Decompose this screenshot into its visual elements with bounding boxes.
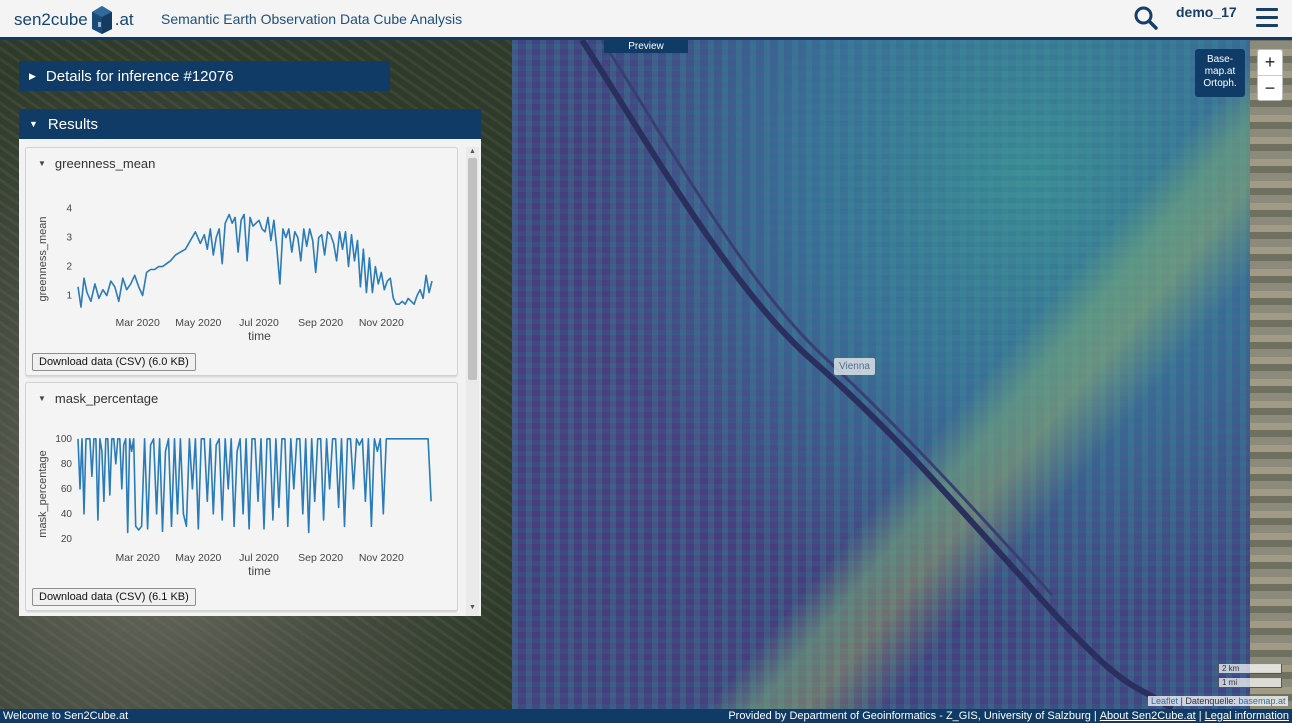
about-link[interactable]: About Sen2Cube.at: [1100, 710, 1196, 722]
x-tick-label: Sep 2020: [298, 552, 343, 564]
download-csv-button[interactable]: Download data (CSV) (6.1 KB): [32, 588, 196, 606]
result-card-mask: ▼ mask_percentage 20 40 60 80 100 Mar 2020 May …: [25, 382, 458, 611]
leaflet-link[interactable]: Leaflet: [1151, 696, 1178, 706]
logo-text-left: sen2cube: [14, 10, 88, 29]
details-panel-header[interactable]: ▶ Details for inference #12076: [19, 61, 390, 91]
y-tick-label: 40: [61, 509, 73, 520]
x-tick-label: Nov 2020: [359, 317, 404, 329]
y-tick-label: 2: [66, 262, 72, 273]
x-tick-label: Sep 2020: [298, 317, 343, 329]
hamburger-menu-icon[interactable]: [1256, 8, 1278, 28]
y-tick-label: 60: [61, 484, 73, 495]
y-tick-label: 1: [66, 291, 72, 302]
preview-tab[interactable]: Preview: [604, 40, 688, 53]
result-card-greenness: ▼ greenness_mean 1 2 3 4 Mar 2020 May 2020 Jul …: [25, 147, 458, 376]
y-axis-label: mask_percentage: [37, 450, 49, 537]
y-tick-label: 100: [55, 434, 72, 445]
logo[interactable]: sen2cube .at: [14, 3, 134, 37]
results-scrollbar[interactable]: ▲ ▼: [466, 147, 479, 616]
y-tick-label: 4: [66, 204, 72, 215]
basemap-label-line1: Base-: [1206, 54, 1234, 65]
inference-result-overlay: [512, 40, 1250, 709]
footer-provided-by: Provided by Department of Geoinformatics…: [728, 710, 1091, 722]
basemap-link[interactable]: basemap.at: [1238, 696, 1285, 706]
zoom-control: + −: [1257, 49, 1283, 101]
results-panel: ▼ Results ▼ greenness_mean 1 2 3 4 Mar 2020 May…: [19, 109, 481, 616]
results-scroll-area[interactable]: ▼ greenness_mean 1 2 3 4 Mar 2020 May 2020 Jul …: [25, 147, 458, 613]
app-title: Semantic Earth Observation Data Cube Ana…: [161, 11, 463, 27]
footer-welcome: Welcome to Sen2Cube.at: [3, 710, 129, 722]
orthophoto-basemap-edge: [1250, 40, 1292, 709]
scale-bar-mi: 1 mi: [1218, 678, 1282, 688]
city-label-vienna: Vienna: [834, 358, 875, 375]
x-tick-label: Jul 2020: [239, 317, 279, 329]
map-attribution: Leaflet | Datenquelle: basemap.at: [1148, 696, 1289, 706]
caret-right-icon: ▶: [29, 71, 36, 81]
basemap-label-line2: map.at: [1204, 66, 1236, 77]
zoom-in-button[interactable]: +: [1258, 50, 1282, 75]
scroll-down-arrow-icon[interactable]: ▼: [469, 604, 476, 611]
legal-link[interactable]: Legal information: [1205, 710, 1289, 722]
footer-links: Provided by Department of Geoinformatics…: [728, 709, 1289, 723]
scroll-up-arrow-icon[interactable]: ▲: [469, 148, 476, 155]
details-title: Details for inference #12076: [45, 68, 234, 85]
map-view[interactable]: Preview Base- map.at Ortoph. + − Vienna …: [0, 40, 1292, 709]
x-tick-label: May 2020: [175, 317, 221, 329]
cube-logo-icon: [91, 6, 112, 34]
mask-chart: 20 40 60 80 100 Mar 2020 May 2020 Jul 2020 Sep 2…: [37, 434, 432, 578]
scale-bar-km: 2 km: [1218, 664, 1282, 674]
x-tick-label: Jul 2020: [239, 552, 279, 564]
series-line: [77, 213, 433, 308]
user-name[interactable]: demo_17: [1176, 4, 1237, 20]
x-axis-label: time: [248, 564, 271, 578]
zoom-out-button[interactable]: −: [1258, 75, 1282, 100]
series-line: [77, 437, 432, 534]
results-panel-header[interactable]: ▼ Results: [19, 109, 481, 139]
y-tick-label: 20: [61, 534, 73, 545]
greenness-chart: 1 2 3 4 Mar 2020 May 2020 Jul 2020 Sep 2020 Nov …: [37, 204, 433, 343]
x-tick-label: Mar 2020: [115, 317, 160, 329]
search-icon[interactable]: [1133, 5, 1159, 31]
footer-divider: |: [1093, 710, 1097, 722]
basemap-switch-button[interactable]: Base- map.at Ortoph.: [1195, 49, 1245, 97]
basemap-label-line3: Ortoph.: [1203, 78, 1237, 89]
x-tick-label: May 2020: [175, 552, 221, 564]
app-header: sen2cube .at Semantic Earth Observation …: [0, 0, 1292, 40]
y-tick-label: 3: [66, 233, 72, 244]
download-csv-button[interactable]: Download data (CSV) (6.0 KB): [32, 353, 196, 371]
app-footer: Welcome to Sen2Cube.at Provided by Depar…: [0, 709, 1292, 723]
scroll-thumb[interactable]: [468, 158, 477, 380]
x-tick-label: Nov 2020: [359, 552, 404, 564]
logo-text-right: .at: [114, 10, 134, 29]
caret-down-icon: ▼: [29, 119, 38, 129]
y-axis-label: greenness_mean: [37, 216, 49, 301]
results-title: Results: [47, 116, 98, 133]
footer-divider: |: [1198, 710, 1202, 722]
y-tick-label: 80: [61, 459, 73, 470]
x-tick-label: Mar 2020: [115, 552, 160, 564]
attribution-source-label: | Datenquelle:: [1178, 696, 1239, 706]
x-axis-label: time: [248, 329, 271, 343]
